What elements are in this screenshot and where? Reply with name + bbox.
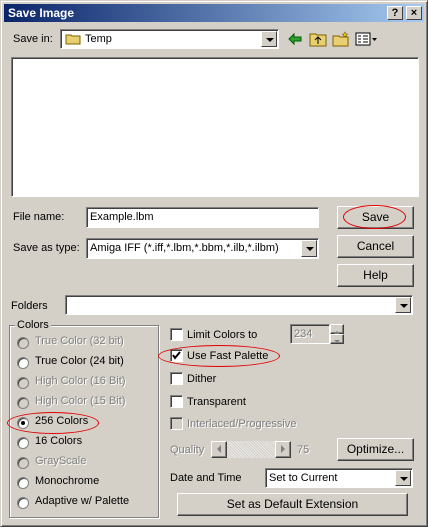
file-name-input[interactable]: Example.lbm	[86, 207, 319, 228]
color-radio-0[interactable]	[17, 337, 29, 349]
limit-colors-label: Limit Colors to	[187, 329, 258, 341]
dither-label: Dither	[187, 373, 217, 385]
folders-dropdown[interactable]	[65, 295, 413, 315]
interlaced-label: Interlaced/Progressive	[187, 418, 297, 430]
quality-label: Quality	[170, 444, 205, 456]
color-option-label: True Color (24 bit)	[35, 355, 124, 367]
close-button[interactable]: ×	[406, 6, 422, 20]
spin-down-icon	[334, 340, 340, 343]
highlight-ellipse-256	[7, 412, 99, 434]
save-image-dialog: Save Image ? × Save in: Temp File name: …	[0, 0, 428, 527]
date-time-dropdown[interactable]: Set to Current	[265, 468, 413, 488]
title-bar: Save Image ? ×	[4, 4, 424, 22]
help-button[interactable]: Help	[337, 264, 414, 287]
color-option-label: True Color (32 bit)	[35, 335, 124, 347]
folders-label: Folders	[11, 300, 48, 312]
dither-checkbox[interactable]	[170, 372, 183, 385]
quality-slider[interactable]	[211, 441, 291, 458]
new-folder-icon[interactable]	[332, 31, 350, 47]
highlight-ellipse-save	[343, 205, 406, 229]
spin-up-button[interactable]	[330, 324, 344, 334]
save-in-dropdown[interactable]: Temp	[60, 29, 279, 49]
save-as-type-label: Save as type:	[13, 242, 80, 254]
color-radio-5[interactable]	[17, 437, 29, 449]
limit-colors-input[interactable]: 234	[290, 324, 330, 344]
save-as-type-dropdown[interactable]: Amiga IFF (*.iff,*.lbm,*.bbm,*.ilb,*.ilb…	[86, 238, 319, 259]
chevron-down-icon[interactable]	[395, 470, 411, 486]
up-folder-icon[interactable]	[309, 31, 327, 47]
chevron-down-icon[interactable]	[395, 297, 411, 313]
limit-colors-checkbox[interactable]	[170, 328, 183, 341]
save-as-type-value: Amiga IFF (*.iff,*.lbm,*.bbm,*.ilb,*.ilb…	[90, 242, 279, 254]
highlight-ellipse-fast-palette	[158, 345, 280, 367]
date-time-label: Date and Time	[170, 472, 242, 484]
back-arrow-icon[interactable]	[287, 32, 303, 46]
file-list[interactable]	[11, 57, 419, 197]
cancel-button[interactable]: Cancel	[337, 235, 414, 258]
color-radio-6[interactable]	[17, 457, 29, 469]
date-time-value: Set to Current	[269, 472, 338, 484]
set-default-extension-button[interactable]: Set as Default Extension	[177, 493, 408, 516]
color-option-label: 16 Colors	[35, 435, 83, 447]
folder-icon	[65, 34, 81, 45]
color-option-label: GrayScale	[35, 455, 87, 467]
transparent-label: Transparent	[187, 396, 246, 408]
spin-down-button[interactable]	[330, 334, 344, 344]
quality-right-button[interactable]	[275, 441, 291, 458]
chevron-down-icon[interactable]	[261, 31, 277, 47]
quality-left-button[interactable]	[211, 441, 227, 458]
color-option-label: High Color (15 Bit)	[35, 395, 126, 407]
save-in-label: Save in:	[13, 33, 53, 45]
color-radio-8[interactable]	[17, 497, 29, 509]
transparent-checkbox[interactable]	[170, 395, 183, 408]
file-name-value: Example.lbm	[90, 211, 154, 223]
color-radio-1[interactable]	[17, 357, 29, 369]
window-title: Save Image	[8, 6, 75, 20]
interlaced-checkbox[interactable]	[170, 417, 183, 430]
quality-value: 75	[297, 444, 310, 456]
color-radio-7[interactable]	[17, 477, 29, 489]
chevron-down-icon[interactable]	[301, 240, 317, 257]
file-name-label: File name:	[13, 211, 65, 223]
color-radio-2[interactable]	[17, 377, 29, 389]
color-option-label: High Color (16 Bit)	[35, 375, 126, 387]
save-in-value: Temp	[85, 33, 112, 45]
colors-group-label: Colors	[15, 319, 51, 331]
color-option-label: Adaptive w/ Palette	[35, 495, 130, 507]
color-radio-3[interactable]	[17, 397, 29, 409]
help-title-button[interactable]: ?	[387, 6, 403, 20]
chevron-left-icon	[217, 445, 221, 453]
color-option-label: Monochrome	[35, 475, 100, 487]
view-menu-icon[interactable]	[355, 32, 379, 46]
limit-colors-value: 234	[294, 328, 313, 340]
optimize-button[interactable]: Optimize...	[337, 438, 414, 461]
chevron-right-icon	[281, 445, 285, 453]
